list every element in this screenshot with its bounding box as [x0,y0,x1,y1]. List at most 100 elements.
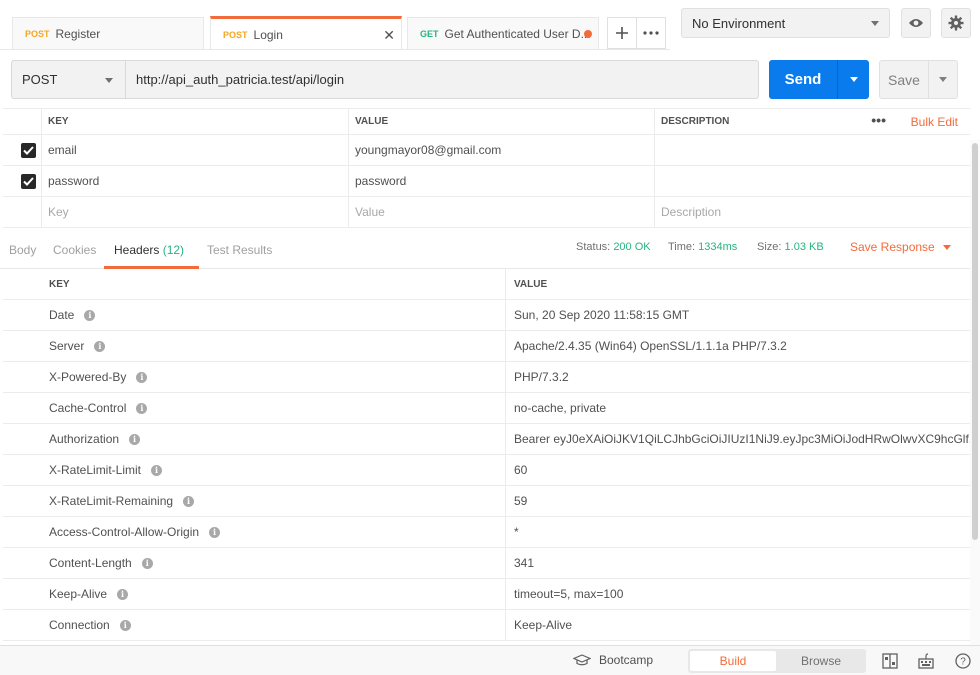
info-icon[interactable]: i [209,526,221,538]
send-label: Send [784,71,822,88]
table-row: password password [3,166,970,197]
header-key-text: X-RateLimit-Limit [49,463,142,477]
more-icon[interactable]: ••• [871,112,886,128]
column-header-value: VALUE [348,109,654,134]
status-label: Status: [576,241,611,253]
header-value: no-cache, private [505,393,970,423]
header-value: Apache/2.4.35 (Win64) OpenSSL/1.1.1a PHP… [505,331,970,361]
tab-bar: POST Register POST Login ✕ GET Get Authe… [0,0,980,50]
scrollbar-thumb[interactable] [972,143,978,540]
method-select[interactable]: POST [11,60,126,99]
response-headers-table: KEY VALUE Date i Sun, 20 Sep 2020 11:58:15… [3,269,970,641]
status-bar: Bootcamp Build Browse ? [0,645,980,675]
check-icon [23,145,34,155]
info-icon[interactable]: i [141,557,153,569]
close-icon[interactable]: ✕ [383,27,395,44]
header-value: Keep-Alive [505,610,970,640]
tab-label: Register [55,26,101,41]
tab-test-results[interactable]: Test Results [207,243,272,257]
info-icon[interactable]: i [94,340,106,352]
info-icon[interactable]: i [129,433,141,445]
info-icon[interactable]: i [136,402,148,414]
tab-options-button[interactable] [636,17,666,49]
url-text: http://api_auth_patricia.test/api/login [136,72,345,87]
info-icon[interactable]: i [119,619,131,631]
settings-button[interactable] [941,8,971,38]
table-row: X-RateLimit-Remaining i 59 [3,486,970,517]
tab-cookies[interactable]: Cookies [53,243,96,257]
header-key-text: X-RateLimit-Remaining [49,494,174,508]
column-header-value: VALUE [505,269,970,299]
new-tab-button[interactable] [607,17,637,49]
header-key-text: Content-Length [49,556,132,570]
info-icon[interactable]: i [183,495,195,507]
build-browse-toggle: Build Browse [688,649,866,673]
param-value[interactable]: password [348,166,654,196]
chevron-down-icon [105,78,113,83]
param-description[interactable] [654,135,970,165]
row-checkbox[interactable] [21,142,36,158]
column-header-key: KEY [41,109,348,134]
value-placeholder-input[interactable]: Value [348,197,654,227]
send-button[interactable]: Send [769,60,869,99]
header-value: Sun, 20 Sep 2020 11:58:15 GMT [505,300,970,330]
table-header: KEY VALUE DESCRIPTION ••• Bulk Edit [3,108,970,135]
response-tabs: Body Cookies Headers (12) Test Results S… [0,228,970,269]
header-key: Access-Control-Allow-Origin i [3,517,505,547]
chevron-down-icon [849,77,858,82]
params-table: KEY VALUE DESCRIPTION ••• Bulk Edit emai… [3,108,970,228]
table-row: Cache-Control i no-cache, private [3,393,970,424]
save-response-button[interactable]: Save Response [850,240,951,254]
param-key[interactable]: password [41,166,348,196]
bulk-edit-link[interactable]: Bulk Edit [911,115,958,129]
param-key[interactable]: email [41,135,348,165]
info-icon[interactable]: i [84,309,96,321]
environment-select[interactable]: No Environment [681,8,890,38]
header-value: PHP/7.3.2 [505,362,970,392]
info-icon[interactable]: i [117,588,129,600]
tab-method: GET [420,28,439,39]
save-button[interactable]: Save [879,60,958,99]
environment-label: No Environment [692,15,786,31]
header-key: Connection i [3,610,505,640]
table-row: Date i Sun, 20 Sep 2020 11:58:15 GMT [3,300,970,331]
table-row: X-Powered-By i PHP/7.3.2 [3,362,970,393]
description-placeholder-input[interactable]: Description [654,197,970,227]
tab-body[interactable]: Body [9,243,36,257]
row-checkbox[interactable] [21,173,36,189]
column-header-description-label: DESCRIPTION [661,116,730,127]
method-label: POST [22,72,58,87]
chevron-down-icon [871,21,879,26]
param-description[interactable] [654,166,970,196]
info-icon[interactable]: i [136,371,148,383]
save-options-dropdown[interactable] [929,77,957,82]
tab-headers[interactable]: Headers (12) [114,243,184,257]
status-value: 200 OK [613,241,651,253]
info-icon[interactable]: i [151,464,163,476]
two-pane-view-icon[interactable] [882,653,898,669]
url-input[interactable]: http://api_auth_patricia.test/api/login [126,60,759,99]
table-row: Content-Length i 341 [3,548,970,579]
header-key-text: Authorization [49,432,120,446]
table-row: Connection i Keep-Alive [3,610,970,641]
table-header: KEY VALUE [3,269,970,300]
header-key-text: Cache-Control [49,401,127,415]
tab-register[interactable]: POST Register [12,17,204,49]
tab-method: POST [223,29,248,40]
bootcamp-button[interactable]: Bootcamp [573,653,653,667]
environment-quick-look-button[interactable] [901,8,931,38]
header-key: X-RateLimit-Limit i [3,455,505,485]
tab-get-authenticated-user[interactable]: GET Get Authenticated User D... [407,17,599,49]
keyboard-icon[interactable] [918,653,934,669]
header-key-text: Date [49,308,75,322]
build-button[interactable]: Build [690,651,776,671]
header-value: timeout=5, max=100 [505,579,970,609]
send-options-dropdown[interactable] [838,77,869,82]
key-placeholder-input[interactable]: Key [41,197,348,227]
tab-login[interactable]: POST Login ✕ [210,16,402,50]
browse-button[interactable]: Browse [778,651,864,671]
help-icon[interactable]: ? [955,653,971,669]
param-value[interactable]: youngmayor08@gmail.com [348,135,654,165]
chevron-down-icon [939,77,947,82]
table-row-new: Key Value Description [3,197,970,228]
